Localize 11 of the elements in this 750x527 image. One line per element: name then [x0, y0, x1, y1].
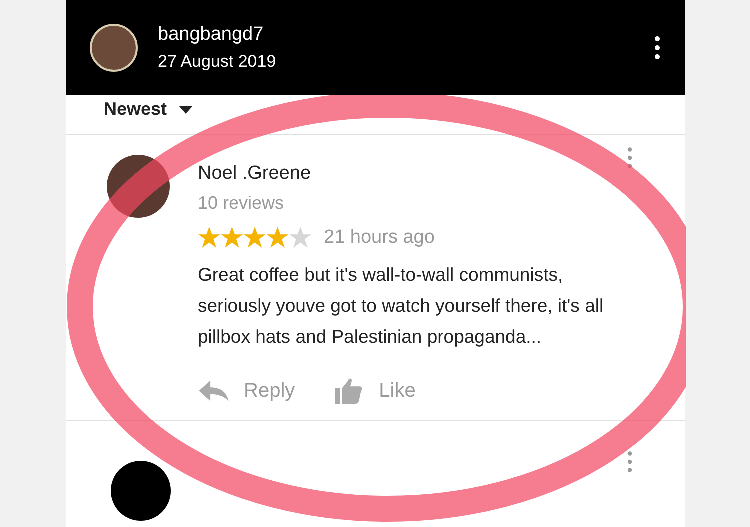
review-text: Great coffee but it's wall-to-wall communists, seriously youve got to watch yourself there, it's all pillbox hats and Palestinian propaganda... — [198, 263, 605, 349]
reply-arrow-icon — [198, 378, 230, 404]
more-options-icon[interactable] — [654, 36, 661, 60]
review-count: 10 reviews — [198, 193, 284, 214]
profile-avatar[interactable] — [90, 24, 138, 72]
username[interactable]: bangbangd7 — [158, 24, 634, 46]
post-date: 27 August 2019 — [158, 52, 278, 72]
reviewer-name[interactable]: Noel .Greene — [198, 163, 312, 185]
caret-icon — [179, 106, 194, 114]
review-time: 21 hours ago — [324, 226, 435, 248]
sort-dropdown[interactable]: Newest — [104, 99, 194, 120]
